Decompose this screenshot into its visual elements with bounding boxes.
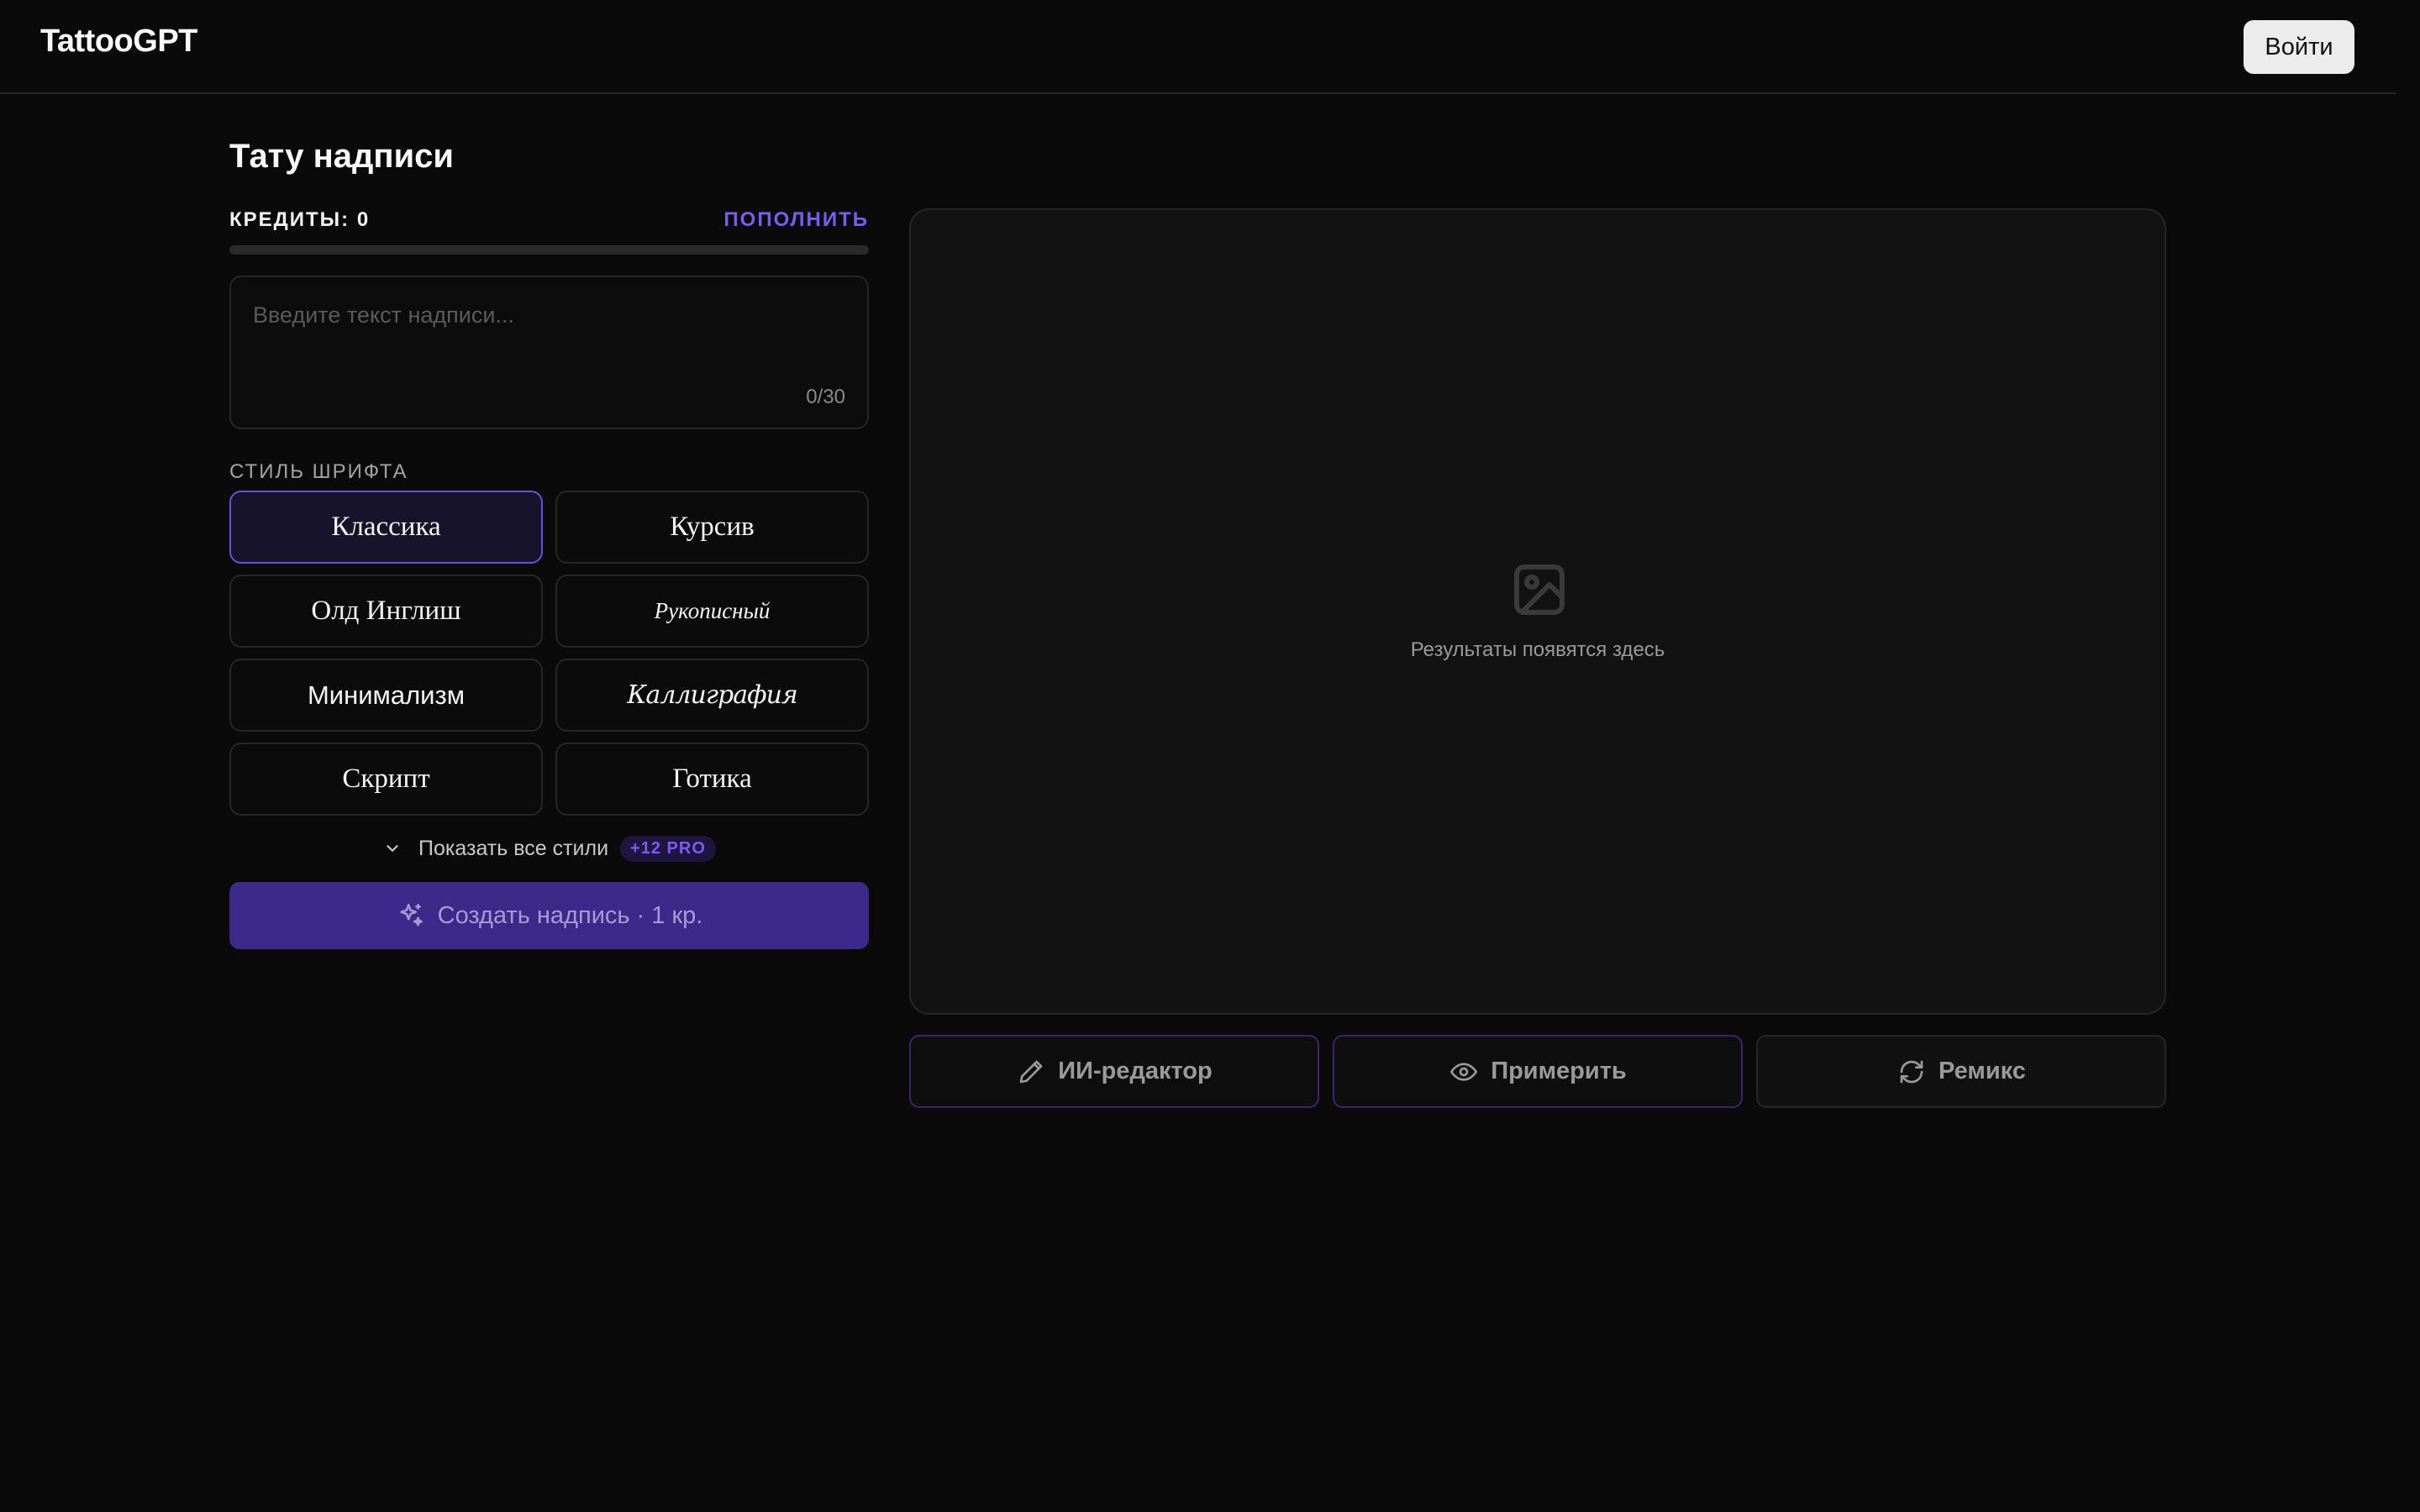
page-title: Тату надписи	[229, 138, 455, 175]
create-inscription-label: Создать надпись · 1 кр.	[437, 901, 703, 929]
create-inscription-button[interactable]: Создать надпись · 1 кр.	[229, 882, 869, 949]
pro-badge: +12 PRO	[620, 835, 716, 862]
result-actions: ИИ-редактор Примерить Ремикс	[909, 1035, 2166, 1108]
font-style-label: СТИЛЬ ШРИФТА	[229, 460, 408, 483]
credits-row: КРЕДИТЫ: 0 ПОПОЛНИТЬ	[229, 207, 869, 235]
style-option-old-english[interactable]: Олд Инглиш	[229, 575, 543, 648]
app-logo[interactable]: TattooGPT	[40, 24, 197, 60]
try-on-button[interactable]: Примерить	[1333, 1035, 1743, 1108]
style-option-script[interactable]: Скрипт	[229, 743, 543, 816]
chevron-down-icon	[380, 836, 405, 861]
remix-button[interactable]: Ремикс	[1756, 1035, 2166, 1108]
inscription-input-box[interactable]: 0/30	[229, 276, 869, 429]
try-on-label: Примерить	[1491, 1058, 1627, 1084]
eye-icon	[1449, 1057, 1479, 1087]
credits-label: КРЕДИТЫ: 0	[229, 208, 371, 231]
style-option-calligraphy[interactable]: Каллиграфия	[555, 659, 869, 732]
result-preview-panel: Результаты появятся здесь	[909, 208, 2166, 1015]
sparkles-icon	[396, 900, 426, 931]
style-option-handwritten[interactable]: Рукописный	[555, 575, 869, 648]
credits-progress-bar	[229, 245, 869, 255]
result-placeholder-text: Результаты появятся здесь	[1410, 638, 1665, 661]
remix-label: Ремикс	[1939, 1058, 2026, 1084]
style-option-classic[interactable]: Классика	[229, 491, 543, 564]
top-bar: TattooGPT Войти	[0, 0, 2396, 94]
font-style-grid: Классика Курсив Олд Инглиш Рукописный Ми…	[229, 491, 869, 816]
style-option-gothic[interactable]: Готика	[555, 743, 869, 816]
pencil-icon	[1016, 1057, 1046, 1087]
ai-editor-label: ИИ-редактор	[1058, 1058, 1213, 1084]
login-button[interactable]: Войти	[2244, 20, 2354, 74]
topup-link[interactable]: ПОПОЛНИТЬ	[723, 208, 869, 232]
style-option-cursive[interactable]: Курсив	[555, 491, 869, 564]
ai-editor-button[interactable]: ИИ-редактор	[909, 1035, 1319, 1108]
char-counter: 0/30	[806, 386, 845, 408]
refresh-icon	[1897, 1057, 1927, 1087]
show-all-styles-label: Показать все стили	[418, 836, 609, 860]
show-all-styles-toggle[interactable]: Показать все стили +12 PRO	[380, 832, 716, 865]
image-icon	[1509, 559, 1570, 620]
inscription-text-field[interactable]	[251, 301, 839, 385]
style-option-minimalism[interactable]: Минимализм	[229, 659, 543, 732]
